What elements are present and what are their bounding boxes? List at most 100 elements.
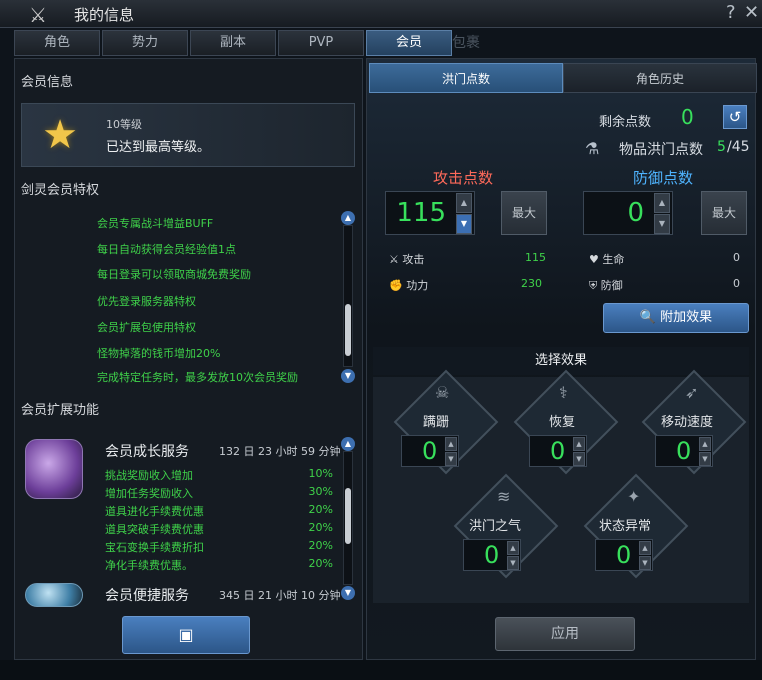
growth-service-icon	[25, 439, 83, 499]
shield-icon: ⛨	[589, 279, 598, 292]
refresh-icon[interactable]: ↺	[723, 105, 747, 129]
list-item: 会员扩展包使用特权	[97, 321, 196, 334]
service-convenience: 会员便捷服务 345 日 21 小时 10 分钟	[21, 579, 345, 609]
power-stat-value: 230	[521, 277, 542, 290]
scroll-down-icon[interactable]: ▼	[341, 586, 355, 600]
attack-stat-value: 115	[525, 251, 546, 264]
scroll-up-icon[interactable]: ▲	[341, 437, 355, 451]
scroll-icon: ▣	[178, 625, 194, 644]
tab-character-history[interactable]: 角色历史	[563, 63, 757, 93]
service-time: 345 日 21 小时 10 分钟	[219, 589, 341, 602]
attack-max-button[interactable]: 最大	[501, 191, 547, 235]
right-panel: 洪门点数 角色历史 剩余点数 0 ↺ ⚗ 物品洪门点数 5 /45 攻击点数 防…	[366, 58, 757, 660]
service-time: 132 日 23 小时 59 分钟	[219, 445, 341, 458]
scroll-down-icon[interactable]: ▼	[341, 369, 355, 383]
increase-icon[interactable]: ▲	[456, 193, 472, 213]
effect-name: 状态异常	[599, 519, 652, 534]
list-item: 完成特定任务时，最多发放10次会员奖励	[97, 371, 298, 384]
effect-selection-area: ☠ 蹒跚 0 ▲ ▼ ⚕ 恢复 0 ▲ ▼ ➶ 移动速度 0 ▲ ▼ ≋ 洪门之…	[373, 369, 749, 603]
privileges-heading: 剑灵会员特权	[21, 183, 100, 198]
attack-points-label: 攻击点数	[433, 169, 494, 187]
leaf-icon: ⚕	[559, 383, 568, 402]
star-badge-icon: ★	[42, 112, 78, 158]
increase-icon[interactable]: ▲	[507, 541, 519, 555]
member-info-heading: 会员信息	[21, 75, 74, 90]
defense-stat: ⛨ 防御	[589, 279, 623, 292]
decrease-icon[interactable]: ▼	[445, 452, 457, 466]
crossed-swords-icon: ⚔	[389, 253, 399, 266]
tab-pvp[interactable]: PVP	[278, 30, 364, 56]
additional-effect-button[interactable]: 🔍 附加效果	[603, 303, 749, 333]
list-item: 怪物掉落的钱币增加20%	[97, 347, 221, 360]
skull-icon: ☠	[435, 383, 450, 402]
decrease-icon[interactable]: ▼	[507, 556, 519, 570]
tab-faction[interactable]: 势力	[102, 30, 188, 56]
star-icon: ✦	[627, 487, 641, 506]
convenience-service-icon	[25, 583, 83, 607]
tab-hongmen-points[interactable]: 洪门点数	[369, 63, 563, 93]
defense-stat-value: 0	[733, 277, 740, 290]
tab-dungeon[interactable]: 副本	[190, 30, 276, 56]
item-points-label: 物品洪门点数	[619, 142, 703, 158]
window-title: 我的信息	[74, 6, 135, 24]
service-row: 道具进化手续费优惠 20%	[105, 503, 333, 518]
service-row: 增加任务奖励收入 30%	[105, 485, 333, 500]
increase-icon[interactable]: ▲	[639, 541, 651, 555]
help-icon[interactable]: ?	[726, 2, 736, 23]
defense-max-button[interactable]: 最大	[701, 191, 747, 235]
attack-points-field[interactable]: 115 ▲ ▼	[385, 191, 475, 235]
fist-icon: ✊	[389, 279, 403, 292]
services-scrollbar[interactable]	[343, 451, 353, 585]
tab-character[interactable]: 角色	[14, 30, 100, 56]
list-item: 会员专属战斗增益BUFF	[97, 217, 214, 230]
tab-membership[interactable]: 会员	[366, 30, 452, 56]
heart-icon: ♥	[589, 253, 599, 266]
speed-icon: ➶	[685, 383, 699, 402]
apply-button[interactable]: 应用	[495, 617, 635, 651]
item-points-total: /45	[727, 139, 750, 155]
service-growth: 会员成长服务 132 日 23 小时 59 分钟 挑战奖励收入增加 10% 增加任…	[21, 431, 345, 579]
decrease-icon[interactable]: ▼	[573, 452, 585, 466]
service-name: 会员便捷服务	[105, 588, 189, 604]
increase-icon[interactable]: ▲	[654, 193, 670, 213]
increase-icon[interactable]: ▲	[573, 437, 585, 451]
effect-value-field[interactable]: 0 ▲ ▼	[529, 435, 587, 467]
scroll-action-button[interactable]: ▣	[122, 616, 250, 654]
left-panel: 会员信息 ★ 10等级 已达到最高等级。 剑灵会员特权 会员专属战斗增益BUFF…	[14, 58, 363, 660]
scroll-up-icon[interactable]: ▲	[341, 211, 355, 225]
item-points-current: 5	[717, 139, 726, 155]
scroll-thumb[interactable]	[345, 304, 351, 356]
effect-value-field[interactable]: 0 ▲ ▼	[655, 435, 713, 467]
effect-name: 移动速度	[661, 415, 714, 430]
wind-icon: ≋	[497, 487, 511, 506]
bottom-strip	[0, 660, 762, 680]
decrease-icon[interactable]: ▼	[654, 214, 670, 234]
effect-name: 蹒跚	[423, 415, 450, 430]
search-icon: 🔍	[639, 310, 657, 325]
defense-points-field[interactable]: 0 ▲ ▼	[583, 191, 673, 235]
increase-icon[interactable]: ▲	[699, 437, 711, 451]
decrease-icon[interactable]: ▼	[456, 214, 472, 234]
close-icon[interactable]: ✕	[744, 2, 759, 23]
remaining-points-value: 0	[681, 105, 694, 129]
decrease-icon[interactable]: ▼	[639, 556, 651, 570]
title-bar: ⚔ 我的信息 ? ✕	[0, 0, 762, 28]
power-stat: ✊ 功力	[389, 279, 429, 292]
attack-stat: ⚔ 攻击	[389, 253, 425, 266]
effect-value-field[interactable]: 0 ▲ ▼	[463, 539, 521, 571]
effect-name: 洪门之气	[469, 519, 522, 534]
service-row: 道具突破手续费优惠 20%	[105, 521, 333, 536]
vip-level-box: ★ 10等级 已达到最高等级。	[21, 103, 355, 167]
list-item: 优先登录服务器特权	[97, 295, 196, 308]
remaining-points-label: 剩余点数	[599, 115, 652, 130]
increase-icon[interactable]: ▲	[445, 437, 457, 451]
decrease-icon[interactable]: ▼	[699, 452, 711, 466]
ghost-tab-bag: 包裹	[452, 35, 480, 51]
scroll-thumb[interactable]	[345, 488, 351, 544]
service-row: 挑战奖励收入增加 10%	[105, 467, 333, 482]
effect-value-field[interactable]: 0 ▲ ▼	[401, 435, 459, 467]
privileges-scrollbar[interactable]	[343, 225, 353, 367]
effect-value-field[interactable]: 0 ▲ ▼	[595, 539, 653, 571]
life-stat-value: 0	[733, 251, 740, 264]
list-item: 每日自动获得会员经验值1点	[97, 243, 236, 256]
